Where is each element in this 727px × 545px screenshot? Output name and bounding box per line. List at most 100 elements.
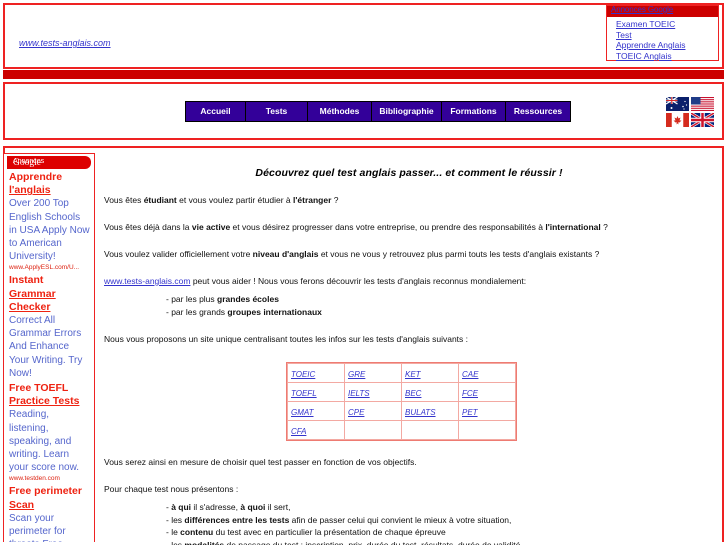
tests-links-table: TOEIC GRE KET CAE TOEFL IELTS BEC FCE GM… (286, 362, 517, 441)
main-navbar: Accueil Tests Méthodes Bibliographie For… (185, 101, 571, 122)
test-link-gre[interactable]: GRE (348, 370, 365, 379)
sidebar-google-ads: Annonces Google Apprendre l'anglais Over… (3, 153, 95, 542)
nav-zone: Accueil Tests Méthodes Bibliographie For… (3, 82, 724, 140)
top-ads-list: Examen TOEIC Test Apprendre Anglais TOEI… (607, 17, 718, 61)
nav-item-ressources[interactable]: Ressources (506, 102, 570, 121)
sidebar-ad-desc: Correct All Grammar Errors And Enhance Y… (9, 315, 83, 379)
sidebar-ad-title-line1: Instant (9, 274, 44, 287)
presentation-details-list: - à qui il s'adresse, à quoi il sert, - … (104, 501, 714, 545)
top-ad-link-3[interactable]: TOEIC Anglais (616, 51, 672, 61)
sidebar-ad-title-line2: Practice Tests (9, 395, 80, 408)
test-link-fce[interactable]: FCE (462, 389, 478, 398)
nav-item-accueil[interactable]: Accueil (186, 102, 246, 121)
paragraph-student: Vous êtes étudiant et vous voulez partir… (104, 195, 339, 205)
top-ad-link-0[interactable]: Examen TOEIC (616, 19, 675, 29)
sidebar-ad-title[interactable]: Free TOEFL Practice Tests (9, 382, 90, 408)
top-ads-header-label[interactable]: Annonces Google (611, 5, 673, 14)
paragraph-choose-test: Vous serez ainsi en mesure de choisir qu… (104, 457, 417, 467)
test-link-pet[interactable]: PET (462, 408, 478, 417)
table-row: GMAT CPE BULATS PET (288, 402, 515, 420)
sidebar-ad-desc: Scan your perimeter for threats Free Net… (9, 512, 66, 542)
sidebar-ad-0[interactable]: Apprendre l'anglais Over 200 Top English… (4, 171, 94, 274)
inline-site-link[interactable]: www.tests-anglais.com (104, 276, 190, 286)
paragraph-what-we-present: Pour chaque test nous présentons : (104, 484, 239, 494)
sidebar-ad-desc: Reading, listening, speaking, and writin… (9, 409, 80, 474)
test-link-bec[interactable]: BEC (405, 389, 421, 398)
nav-item-bibliographie[interactable]: Bibliographie (372, 102, 442, 121)
list-item[interactable]: TOEIC Anglais (616, 51, 718, 62)
table-cell[interactable]: FCE (459, 383, 515, 401)
table-cell[interactable]: GMAT (288, 402, 344, 420)
list-item[interactable]: Examen TOEIC (616, 19, 718, 30)
table-cell-empty (402, 421, 458, 439)
table-cell[interactable]: TOEIC (288, 364, 344, 382)
sidebar-ad-1[interactable]: Instant Grammar Checker Correct All Gram… (4, 274, 94, 382)
australia-flag-icon[interactable] (666, 97, 689, 111)
sidebar-ad-title-line2: Grammar Checker (9, 287, 56, 313)
table-cell[interactable]: CPE (345, 402, 401, 420)
sidebar-ad-url: www.ApplyESL.com/U... (9, 264, 80, 272)
test-link-cae[interactable]: CAE (462, 370, 478, 379)
table-cell[interactable]: GRE (345, 364, 401, 382)
sidebar-ad-title-line2: l'anglais (9, 184, 51, 197)
table-row: CFA (288, 421, 515, 439)
table-cell-empty (345, 421, 401, 439)
nav-item-methodes[interactable]: Méthodes (308, 102, 372, 121)
recognized-by-list: - par les plus grandes écoles - par les … (104, 293, 714, 318)
test-link-gmat[interactable]: GMAT (291, 408, 314, 417)
test-link-cfa[interactable]: CFA (291, 427, 306, 436)
list-item: - les modalités de passage du test : ins… (166, 539, 528, 545)
sidebar-ad-title-line1: Free perimeter (9, 485, 82, 498)
flags-group (666, 97, 716, 129)
table-cell-empty (459, 421, 515, 439)
table-cell[interactable]: KET (402, 364, 458, 382)
sidebar-ad-url: www.testden.com (9, 475, 60, 483)
usa-flag-icon[interactable] (691, 97, 714, 111)
list-item: - par les grands groupes internationaux (166, 306, 322, 317)
sidebar-ad-desc: Over 200 Top English Schools in USA Appl… (9, 198, 90, 263)
table-cell[interactable]: PET (459, 402, 515, 420)
nav-item-formations[interactable]: Formations (442, 102, 506, 121)
test-link-ielts[interactable]: IELTS (348, 389, 370, 398)
main-content: Découvrez quel test anglais passer... et… (104, 153, 714, 545)
sidebar-ad-title[interactable]: Instant Grammar Checker (9, 274, 90, 314)
test-link-toefl[interactable]: TOEFL (291, 389, 317, 398)
paragraph-help: www.tests-anglais.com peut vous aider ! … (104, 276, 527, 286)
test-link-ket[interactable]: KET (405, 370, 421, 379)
table-cell[interactable]: BULATS (402, 402, 458, 420)
table-row: TOEIC GRE KET CAE (288, 364, 515, 382)
top-google-ads-box: Annonces Google Examen TOEIC Test Appren… (606, 5, 719, 61)
table-cell[interactable]: CFA (288, 421, 344, 439)
table-cell[interactable]: CAE (459, 364, 515, 382)
table-cell[interactable]: TOEFL (288, 383, 344, 401)
list-item: - les différences entre les tests afin d… (166, 514, 512, 525)
list-item[interactable]: Test (616, 30, 718, 41)
uk-flag-icon[interactable] (691, 113, 714, 127)
sidebar-ad-title[interactable]: Free perimeter Scan (9, 485, 90, 511)
sidebar-ads-header: Annonces Google (7, 156, 91, 169)
sidebar-ad-2[interactable]: Free TOEFL Practice Tests Reading, liste… (4, 382, 94, 485)
list-item: - par les plus grandes écoles (166, 294, 279, 304)
sidebar-ad-title-line2: Scan (9, 498, 35, 511)
paragraph-unique-site: Nous vous proposons un site unique centr… (104, 334, 469, 344)
page-title: Découvrez quel test anglais passer... et… (255, 167, 563, 179)
top-ad-link-1[interactable]: Test (616, 30, 632, 40)
test-link-bulats[interactable]: BULATS (405, 408, 436, 417)
table-cell[interactable]: IELTS (345, 383, 401, 401)
sidebar-ad-title[interactable]: Apprendre l'anglais (9, 171, 90, 197)
list-item: - le contenu du test avec en particulier… (166, 527, 446, 537)
sidebar-ad-3[interactable]: Free perimeter Scan Scan your perimeter … (4, 485, 94, 542)
test-link-toeic[interactable]: TOEIC (291, 370, 315, 379)
test-link-cpe[interactable]: CPE (348, 408, 364, 417)
sidebar-ad-title-line1: Apprendre (9, 171, 63, 183)
site-url-link[interactable]: www.tests-anglais.com (19, 38, 111, 48)
list-item[interactable]: Apprendre Anglais (616, 40, 718, 51)
red-divider-band (3, 70, 724, 79)
paragraph-level: Vous voulez valider officiellement votre… (104, 249, 600, 259)
top-ad-link-2[interactable]: Apprendre Anglais (616, 40, 685, 50)
nav-item-tests[interactable]: Tests (246, 102, 308, 121)
top-ads-header: Annonces Google (607, 5, 718, 17)
table-row: TOEFL IELTS BEC FCE (288, 383, 515, 401)
table-cell[interactable]: BEC (402, 383, 458, 401)
canada-flag-icon[interactable] (666, 113, 689, 127)
